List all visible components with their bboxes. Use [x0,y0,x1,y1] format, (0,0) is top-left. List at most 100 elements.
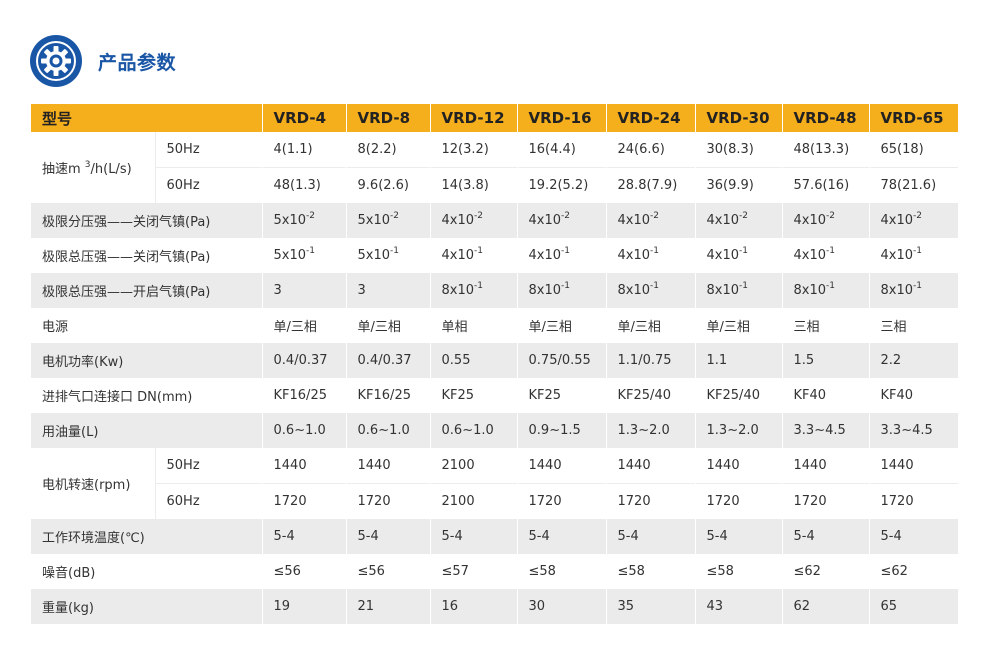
pumping-speed-value: 9.6(2.6) [345,167,431,203]
motor-speed-value: 1720 [516,483,607,519]
noise-value: ≤62 [868,554,959,589]
ambient-temp-value: 5-4 [781,519,870,554]
motor-power-value: 1.1 [694,343,783,378]
connection-value: KF25 [429,378,518,413]
partial-pressure-value: 4x10-2 [781,203,870,238]
spec-table: 型号 VRD-4 VRD-8 VRD-12 VRD-16 VRD-24 VRD-30 VRD… [31,104,959,624]
partial-pressure-row: 极限分压强——关闭气镇(Pa) 5x10-2 5x10-2 4x10-2 4x10-2… [31,203,959,238]
motor-speed-value: 1440 [261,448,347,484]
pumping-speed-value: 65(18) [868,132,959,168]
total-pressure-closed-value: 5x10-1 [261,238,347,273]
connection-value: KF16/25 [345,378,431,413]
power-supply-value: 单/三相 [345,308,431,343]
motor-power-value: 0.4/0.37 [261,343,347,378]
model-header: VRD-16 [516,104,607,132]
model-header: VRD-30 [694,104,783,132]
oil-value: 3.3~4.5 [781,413,870,448]
pumping-speed-value: 16(4.4) [516,132,607,168]
total-pressure-open-row: 极限总压强——开启气镇(Pa) 3 3 8x10-1 8x10-1 8x10-1 8x10… [31,273,959,308]
ambient-temp-value: 5-4 [605,519,696,554]
motor-speed-value: 1440 [781,448,870,484]
weight-value: 62 [781,589,870,624]
partial-pressure-value: 4x10-2 [516,203,607,238]
oil-label: 用油量(L) [31,413,263,448]
gear-icon [30,35,82,87]
ambient-temp-value: 5-4 [429,519,518,554]
oil-value: 1.3~2.0 [694,413,783,448]
total-pressure-closed-label: 极限总压强——关闭气镇(Pa) [42,250,211,265]
total-pressure-open-value: 8x10-1 [868,273,959,308]
weight-value: 35 [605,589,696,624]
motor-speed-value: 1720 [868,483,959,519]
ambient-temp-value: 5-4 [516,519,607,554]
motor-power-value: 0.4/0.37 [345,343,431,378]
total-pressure-closed-value: 4x10-1 [605,238,696,273]
motor-power-label: 电机功率(Kw) [31,343,263,378]
noise-value: ≤58 [605,554,696,589]
total-pressure-closed-value: 4x10-1 [781,238,870,273]
power-supply-row: 电源 单/三相 单/三相 单相 单/三相 单/三相 单/三相 三相 三相 [31,308,959,343]
model-header: VRD-12 [429,104,518,132]
power-supply-value: 单/三相 [261,308,347,343]
ambient-temp-value: 5-4 [261,519,347,554]
pumping-speed-value: 14(3.8) [429,167,518,203]
weight-row: 重量(kg) 19 21 16 30 35 43 62 65 [31,589,959,624]
total-pressure-closed-value: 5x10-1 [345,238,431,273]
motor-speed-50hz-row: 电机转速(rpm) 50Hz 1440 1440 2100 1440 1440 1440 1… [31,448,959,493]
weight-value: 30 [516,589,607,624]
motor-speed-value: 2100 [429,448,518,484]
motor-speed-60hz-row: 60Hz 1720 1720 2100 1720 1720 1720 1720 1720 [31,483,959,519]
page-title: 产品参数 [98,51,177,74]
total-pressure-open-label: 极限总压强——开启气镇(Pa) [31,273,263,308]
oil-value: 0.6~1.0 [429,413,518,448]
total-pressure-open-value: 3 [261,273,347,308]
pumping-speed-value: 19.2(5.2) [516,167,607,203]
pumping-speed-50hz-row: 抽速m 3/h(L/s) 50Hz 4(1.1) 8(2.2) 12(3.2) 16(… [31,132,959,177]
total-pressure-open-value: 8x10-1 [781,273,870,308]
pumping-speed-value: 48(13.3) [781,132,870,168]
partial-pressure-label: 极限分压强——关闭气镇(Pa) [31,203,263,238]
pumping-speed-value: 8(2.2) [345,132,431,168]
motor-speed-value: 1720 [345,483,431,519]
oil-value: 0.6~1.0 [345,413,431,448]
noise-row: 噪音(dB) ≤56 ≤56 ≤57 ≤58 ≤58 ≤58 ≤62 ≤62 [31,554,959,589]
ambient-temp-value: 5-4 [868,519,959,554]
partial-pressure-value: 4x10-2 [429,203,518,238]
weight-value: 43 [694,589,783,624]
pumping-speed-value: 24(6.6) [605,132,696,168]
motor-speed-value: 1440 [694,448,783,484]
noise-value: ≤58 [516,554,607,589]
total-pressure-closed-value: 4x10-1 [694,238,783,273]
model-header: VRD-48 [781,104,870,132]
connection-label: 进排气口连接口 DN(mm) [42,390,193,405]
ambient-temp-label: 工作环境温度(℃) [31,519,263,554]
oil-value: 0.9~1.5 [516,413,607,448]
oil-value: 0.6~1.0 [261,413,347,448]
model-header: VRD-24 [605,104,696,132]
total-pressure-open-value: 8x10-1 [429,273,518,308]
motor-power-value: 0.75/0.55 [516,343,607,378]
power-supply-value: 单/三相 [516,308,607,343]
total-pressure-closed-value: 4x10-1 [868,238,959,273]
pumping-speed-value: 30(8.3) [694,132,783,168]
ambient-temp-value: 5-4 [694,519,783,554]
power-supply-label: 电源 [42,320,69,335]
partial-pressure-value: 4x10-2 [605,203,696,238]
frequency-label-60hz: 60Hz [154,483,263,519]
pumping-speed-value: 78(21.6) [868,167,959,203]
connection-value: KF25/40 [694,378,783,413]
motor-speed-value: 1720 [261,483,347,519]
power-supply-value: 单相 [429,308,518,343]
pumping-speed-60hz-row: 60Hz 48(1.3) 9.6(2.6) 14(3.8) 19.2(5.2) 28.8… [31,167,959,203]
total-pressure-open-value: 3 [345,273,431,308]
ambient-temp-row: 工作环境温度(℃) 5-4 5-4 5-4 5-4 5-4 5-4 5-4 5-4 [31,519,959,554]
weight-value: 19 [261,589,347,624]
power-supply-value: 单/三相 [605,308,696,343]
pumping-speed-value: 36(9.9) [694,167,783,203]
oil-value: 1.3~2.0 [605,413,696,448]
total-pressure-closed-row: 极限总压强——关闭气镇(Pa) 5x10-1 5x10-1 4x10-1 4x10-1… [31,238,959,273]
motor-power-value: 1.5 [781,343,870,378]
model-header: VRD-65 [868,104,959,132]
partial-pressure-value: 4x10-2 [694,203,783,238]
pumping-speed-value: 4(1.1) [261,132,347,168]
